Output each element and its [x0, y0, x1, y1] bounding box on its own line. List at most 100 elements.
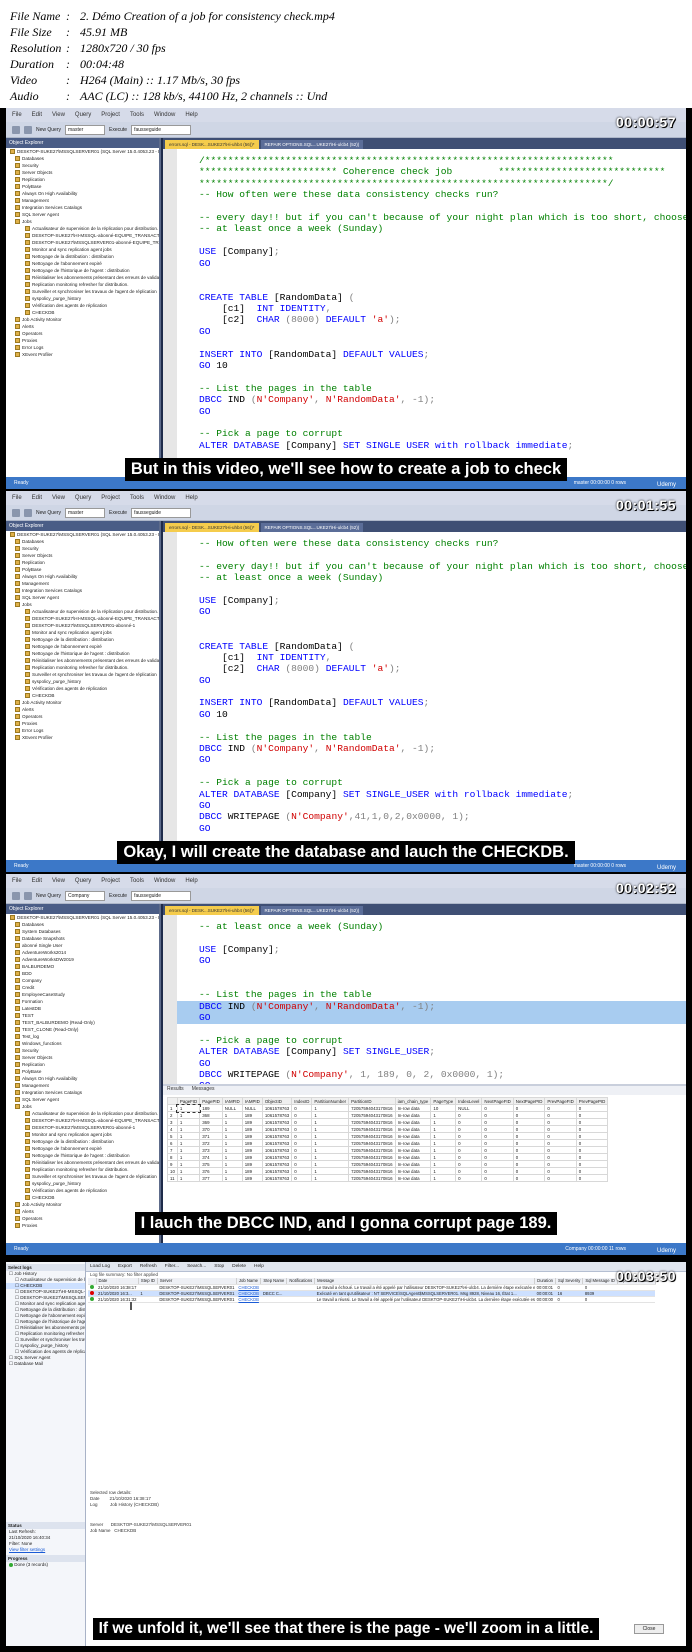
menu-item-tools[interactable]: Tools [130, 112, 144, 118]
log-tree-node[interactable]: ☐ Database Mail [6, 1361, 85, 1367]
explorer-node[interactable]: TEST_CLONE (Read-Only) [6, 1026, 159, 1033]
table-row[interactable]: 6 1 372 1 189 1061578763 0 1 72057594043170816 In… [167, 1139, 609, 1147]
explorer-node[interactable]: syspolicy_purge_history [6, 1180, 159, 1187]
explorer-node[interactable]: Always On High Availability [6, 190, 159, 197]
forward-icon[interactable] [24, 125, 32, 134]
explorer-node[interactable]: Job Activity Monitor [6, 699, 159, 706]
query-editor[interactable]: errors.sql - DESK...SUKE27\Hi-uhb4 (56))… [163, 138, 686, 477]
table-row[interactable]: 21/10/2020 16:31:32 DESKTOP-SUKE27\MSSQLS… [88, 1296, 656, 1303]
explorer-node[interactable]: DESKTOP-SUKE27\MSSQLSERVER01 (SQL Server… [6, 148, 159, 155]
view-filter-link[interactable]: View filter settings [6, 1547, 85, 1553]
explorer-node[interactable]: Credit [6, 984, 159, 991]
database-selector[interactable]: master [65, 507, 106, 518]
table-row[interactable]: 10 1 376 1 189 1061578763 0 1 72057594043170816 I… [167, 1167, 609, 1175]
search-box[interactable]: fausseguide [131, 890, 192, 901]
execute-button[interactable]: Execute [109, 893, 127, 899]
menu-item-edit[interactable]: Edit [32, 878, 42, 884]
back-icon[interactable] [12, 508, 20, 517]
forward-icon[interactable] [24, 508, 32, 517]
explorer-node[interactable]: Actualisateur de supervision de la répli… [6, 225, 159, 232]
explorer-node[interactable]: Vérification des agents de réplication [6, 1187, 159, 1194]
new-query-button[interactable]: New Query [36, 510, 61, 516]
menu-item-help[interactable]: Help [185, 878, 197, 884]
explorer-node[interactable]: Management [6, 580, 159, 587]
explorer-node[interactable]: Actualisateur de supervision de la répli… [6, 1110, 159, 1117]
explorer-node[interactable]: EmployeeCaseStudy [6, 991, 159, 998]
database-selector[interactable]: Company [65, 890, 106, 901]
menu-item-edit[interactable]: Edit [32, 112, 42, 118]
code-area[interactable]: /***************************************… [163, 149, 686, 477]
explorer-node[interactable]: Nettoyage de l'historique de l'agent : d… [6, 267, 159, 274]
explorer-node[interactable]: DESKTOP-SUKE27\MSSQLSERVER01 (SQL Server… [6, 914, 159, 921]
explorer-node[interactable]: Databases [6, 155, 159, 162]
tab-repair-options[interactable]: REPAIR OPTIONS.SQL...UKE27\Hi-ulcb4 (52)… [260, 523, 364, 532]
table-row[interactable]: 1 1 189 NULL NULL 1061578763 0 1 720575940431708… [167, 1103, 609, 1113]
explorer-node[interactable]: AdventureWorks2014 [6, 949, 159, 956]
explorer-node[interactable]: Database Snapshots [6, 935, 159, 942]
explorer-node[interactable]: SQL Server Agent [6, 1096, 159, 1103]
menu-item-file[interactable]: File [12, 495, 22, 501]
log-toolbar-stop[interactable]: Stop [214, 1264, 224, 1269]
query-editor[interactable]: errors.sql - DESK...SUKE27\Hi-uhb4 (56))… [163, 521, 686, 860]
explorer-node[interactable]: Monitor and sync replication agent jobs [6, 629, 159, 636]
explorer-node[interactable]: BALBURDEMO [6, 963, 159, 970]
results-tab-messages[interactable]: Messages [192, 1086, 215, 1095]
explorer-node[interactable]: Nettoyage de la distribution : distribut… [6, 253, 159, 260]
explorer-node[interactable]: Server Objects [6, 552, 159, 559]
explorer-node[interactable]: Jobs [6, 218, 159, 225]
log-toolbar-filter[interactable]: Filter... [165, 1264, 179, 1269]
menu-item-window[interactable]: Window [154, 112, 175, 118]
table-row[interactable]: 5 1 371 1 189 1061578763 0 1 72057594043170816 In… [167, 1132, 609, 1140]
explorer-node[interactable]: Databases [6, 921, 159, 928]
code-area[interactable]: -- at least once a week (Sunday) USE [Co… [163, 915, 686, 1093]
menu-item-help[interactable]: Help [185, 495, 197, 501]
table-row[interactable]: 11 1 377 1 189 1061578763 0 1 72057594043170816 I… [167, 1174, 609, 1182]
explorer-node[interactable]: Actualisateur de supervision de la répli… [6, 608, 159, 615]
explorer-node[interactable]: SQL Server Agent [6, 211, 159, 218]
menu-item-project[interactable]: Project [101, 878, 120, 884]
log-table[interactable]: Date Step ID Server Job Name Step Name Notifi… [88, 1278, 656, 1303]
table-row[interactable]: 2 1 368 1 189 1061578763 0 1 72057594043170816 In… [167, 1111, 609, 1119]
explorer-node[interactable]: Nettoyage de la distribution : distribut… [6, 636, 159, 643]
menu-item-project[interactable]: Project [101, 495, 120, 501]
back-icon[interactable] [12, 891, 20, 900]
log-toolbar-loadlog[interactable]: Load Log [90, 1264, 110, 1269]
explorer-node[interactable]: Server Objects [6, 1054, 159, 1061]
tab-errors-sql[interactable]: errors.sql - DESK...SUKE27\Hi-uhb4 (56))… [165, 140, 259, 149]
explorer-node[interactable]: Replication monitoring refresher for dis… [6, 664, 159, 671]
explorer-node[interactable]: Security [6, 1047, 159, 1054]
menu-item-help[interactable]: Help [185, 112, 197, 118]
menu-item-view[interactable]: View [52, 112, 65, 118]
explorer-node[interactable]: Alerts [6, 706, 159, 713]
explorer-node[interactable]: Test_log [6, 1033, 159, 1040]
explorer-node[interactable]: DESKTOP-SUKE27\HI-MSSQL-abonné-EQUIPE_TR… [6, 615, 159, 622]
explorer-node[interactable]: Replication [6, 176, 159, 183]
explorer-node[interactable]: Integration Services Catalogs [6, 204, 159, 211]
log-toolbar-refresh[interactable]: Refresh [140, 1264, 157, 1269]
explorer-node[interactable]: Nettoyage de la distribution : distribut… [6, 1138, 159, 1145]
execute-button[interactable]: Execute [109, 510, 127, 516]
explorer-node[interactable]: Management [6, 197, 159, 204]
explorer-node[interactable]: CHECKDB [6, 1194, 159, 1201]
explorer-node[interactable]: Databases [6, 538, 159, 545]
explorer-node[interactable]: Surveiller et synchroniser les travaux d… [6, 288, 159, 295]
log-toolbar-delete[interactable]: Delete [232, 1264, 246, 1269]
explorer-node[interactable]: Security [6, 545, 159, 552]
menu-item-query[interactable]: Query [75, 495, 91, 501]
explorer-node[interactable]: Operators [6, 330, 159, 337]
explorer-node[interactable]: Monitor and sync replication agent jobs [6, 246, 159, 253]
table-row[interactable]: 4 1 370 1 189 1061578763 0 1 72057594043170816 In… [167, 1125, 609, 1133]
tab-repair-options[interactable]: REPAIR OPTIONS.SQL...UKE27\Hi-ulcb4 (52)… [260, 140, 364, 149]
explorer-node[interactable]: Nettoyage de l'abonnement expiré [6, 1145, 159, 1152]
explorer-node[interactable]: syspolicy_purge_history [6, 295, 159, 302]
explorer-node[interactable]: TEST_BALBURDEMO (Read-Only) [6, 1019, 159, 1026]
menu-item-window[interactable]: Window [154, 495, 175, 501]
log-toolbar-help[interactable]: Help [254, 1264, 264, 1269]
explorer-node[interactable]: Réinitialiser les abonnements présentant… [6, 274, 159, 281]
explorer-node[interactable]: Job Activity Monitor [6, 316, 159, 323]
menu-item-window[interactable]: Window [154, 878, 175, 884]
explorer-node[interactable]: Replication monitoring refresher for dis… [6, 1166, 159, 1173]
forward-icon[interactable] [24, 891, 32, 900]
menu-item-view[interactable]: View [52, 495, 65, 501]
query-editor[interactable]: errors.sql - DESK...SUKE27\Hi-uhb4 (56))… [163, 904, 686, 1243]
